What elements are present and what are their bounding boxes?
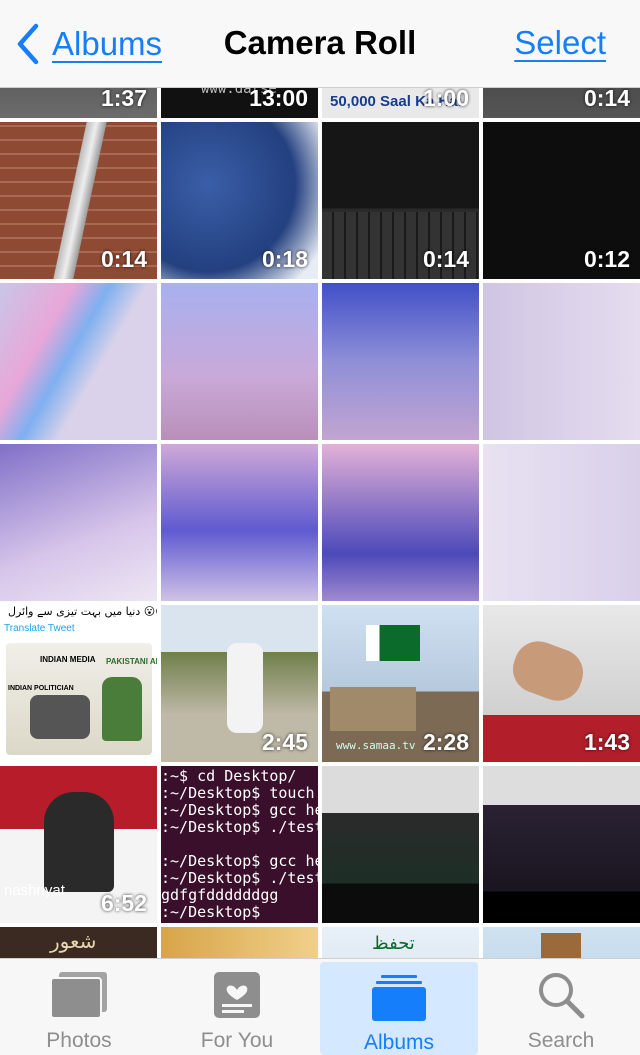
thumb-text: شعور <box>50 929 97 953</box>
video-thumbnail[interactable]: 1:43 <box>483 605 640 762</box>
photo-thumbnail[interactable] <box>322 283 479 440</box>
photos-icon <box>49 967 109 1023</box>
photo-thumbnail[interactable] <box>0 444 157 601</box>
photo-thumbnail[interactable] <box>161 283 318 440</box>
video-duration: 0:14 <box>583 85 630 111</box>
video-duration: 0:14 <box>422 246 469 272</box>
video-thumbnail[interactable]: 0:14 <box>0 122 157 279</box>
hand-shape <box>506 634 590 708</box>
tab-search[interactable]: Search <box>482 959 640 1055</box>
speaker-shape <box>44 792 114 892</box>
bunker-shape <box>330 687 416 731</box>
thumb-text: دنیا میں بہت تیزی سے وائرل 😮😮 <box>8 605 157 618</box>
tab-label: Photos <box>46 1029 112 1052</box>
terminal-text: :~$ cd Desktop/ :~/Desktop$ touch h :~/D… <box>161 767 318 921</box>
tab-label: For You <box>200 1029 274 1052</box>
railing-shape <box>53 122 107 279</box>
video-duration: 2:28 <box>422 729 469 755</box>
video-thumbnail[interactable]: :~$ cd Desktop/ :~/Desktop$ touch h :~/D… <box>161 766 318 923</box>
video-thumbnail[interactable] <box>322 766 479 923</box>
video-duration: 1:00 <box>422 85 469 111</box>
tab-bar: Photos For You Albums Search <box>0 958 640 1055</box>
cartoon-shape: INDIAN MEDIA PAKISTANI ARMY INDIAN POLIT… <box>6 643 157 755</box>
person-shape <box>227 643 263 733</box>
video-duration: 1:37 <box>100 85 147 111</box>
tab-label: Search <box>527 1029 595 1052</box>
flag-shape <box>366 625 420 661</box>
thumb-text: Translate Tweet <box>4 623 75 634</box>
photo-thumbnail[interactable] <box>0 283 157 440</box>
photo-thumbnail[interactable] <box>483 283 640 440</box>
video-duration: 0:12 <box>583 246 630 272</box>
select-button[interactable]: Select <box>514 24 606 62</box>
photo-thumbnail[interactable] <box>483 444 640 601</box>
video-thumbnail[interactable]: 2:45 <box>161 605 318 762</box>
video-thumbnail[interactable]: 0:14 <box>322 122 479 279</box>
photo-thumbnail[interactable]: دنیا میں بہت تیزی سے وائرل 😮😮 Translate … <box>0 605 157 762</box>
soldier-shape <box>102 677 142 741</box>
video-thumbnail[interactable]: www.samaa.tv 2:28 <box>322 605 479 762</box>
tab-for-you[interactable]: For You <box>158 959 316 1055</box>
crowd-shape <box>30 695 90 739</box>
for-you-icon <box>207 967 267 1023</box>
photo-grid: 1:37 www.darse 13:00 50,000 Saal Ka Hai … <box>0 0 640 1055</box>
search-icon <box>531 967 591 1023</box>
tab-albums[interactable]: Albums <box>320 962 478 1055</box>
thumb-text: تحفظ <box>372 933 415 954</box>
video-thumbnail[interactable]: nashriyat 6:52 <box>0 766 157 923</box>
tab-photos[interactable]: Photos <box>0 959 158 1055</box>
navigation-bar: Albums Camera Roll Select <box>0 0 640 88</box>
photo-thumbnail[interactable] <box>161 444 318 601</box>
video-duration: 13:00 <box>249 85 308 111</box>
thumb-text: www.samaa.tv <box>336 739 416 752</box>
video-thumbnail[interactable]: 0:18 <box>161 122 318 279</box>
thumb-text: nashriyat <box>4 882 65 899</box>
video-thumbnail[interactable]: 0:12 <box>483 122 640 279</box>
thumb-text: INDIAN MEDIA <box>40 655 96 664</box>
video-duration: 1:43 <box>583 729 630 755</box>
thumb-text: INDIAN POLITICIAN <box>8 685 74 692</box>
albums-icon <box>369 970 429 1025</box>
video-duration: 0:14 <box>100 246 147 272</box>
thumb-text: PAKISTANI ARMY <box>106 657 157 666</box>
video-duration: 0:18 <box>261 246 308 272</box>
video-duration: 2:45 <box>261 729 308 755</box>
tab-label: Albums <box>363 1031 435 1054</box>
video-thumbnail[interactable] <box>483 766 640 923</box>
video-duration: 6:52 <box>100 890 147 916</box>
photo-thumbnail[interactable] <box>322 444 479 601</box>
